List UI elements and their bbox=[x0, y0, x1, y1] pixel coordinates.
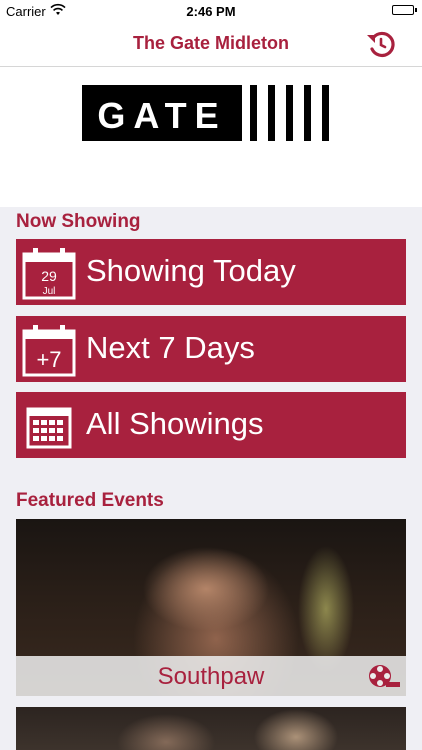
all-showings-button[interactable]: All Showings bbox=[16, 392, 406, 458]
navigation-bar: The Gate Midleton bbox=[0, 22, 422, 67]
featured-event-card[interactable]: Southpaw bbox=[16, 519, 406, 696]
page-title: The Gate Midleton bbox=[132, 33, 289, 53]
showing-today-button[interactable]: 29 Jul Showing Today bbox=[16, 239, 406, 305]
calendar-plus7-text: +7 bbox=[36, 347, 61, 372]
event-title: Southpaw bbox=[157, 663, 265, 690]
calendar-today-icon: 29 Jul bbox=[22, 248, 76, 300]
next-7-days-button[interactable]: +7 Next 7 Days bbox=[16, 316, 406, 382]
status-bar: Carrier 2:46 PM bbox=[0, 0, 422, 22]
logo-box: GATE bbox=[82, 85, 242, 141]
refresh-button[interactable] bbox=[364, 28, 398, 60]
calendar-grid-icon bbox=[26, 407, 72, 449]
calendar-plus7-icon: +7 bbox=[22, 325, 76, 377]
now-showing-heading: Now Showing bbox=[16, 211, 141, 232]
logo-area: GATE bbox=[0, 67, 422, 207]
refresh-icon bbox=[367, 31, 395, 58]
calendar-day: 29 bbox=[41, 268, 57, 284]
film-reel-icon bbox=[369, 665, 400, 687]
featured-events-heading: Featured Events bbox=[16, 490, 164, 511]
calendar-month: Jul bbox=[43, 286, 56, 297]
all-showings-label: All Showings bbox=[86, 406, 264, 441]
battery-icon bbox=[392, 5, 417, 15]
gate-logo: GATE bbox=[82, 85, 338, 141]
showing-today-label: Showing Today bbox=[86, 253, 296, 288]
logo-text: GATE bbox=[97, 95, 227, 136]
next-7-days-label: Next 7 Days bbox=[86, 330, 255, 365]
featured-event-card-2[interactable] bbox=[16, 707, 406, 750]
event-poster-image-2 bbox=[16, 707, 406, 750]
status-time: 2:46 PM bbox=[186, 4, 236, 19]
event-caption-bar: Southpaw bbox=[16, 656, 406, 696]
